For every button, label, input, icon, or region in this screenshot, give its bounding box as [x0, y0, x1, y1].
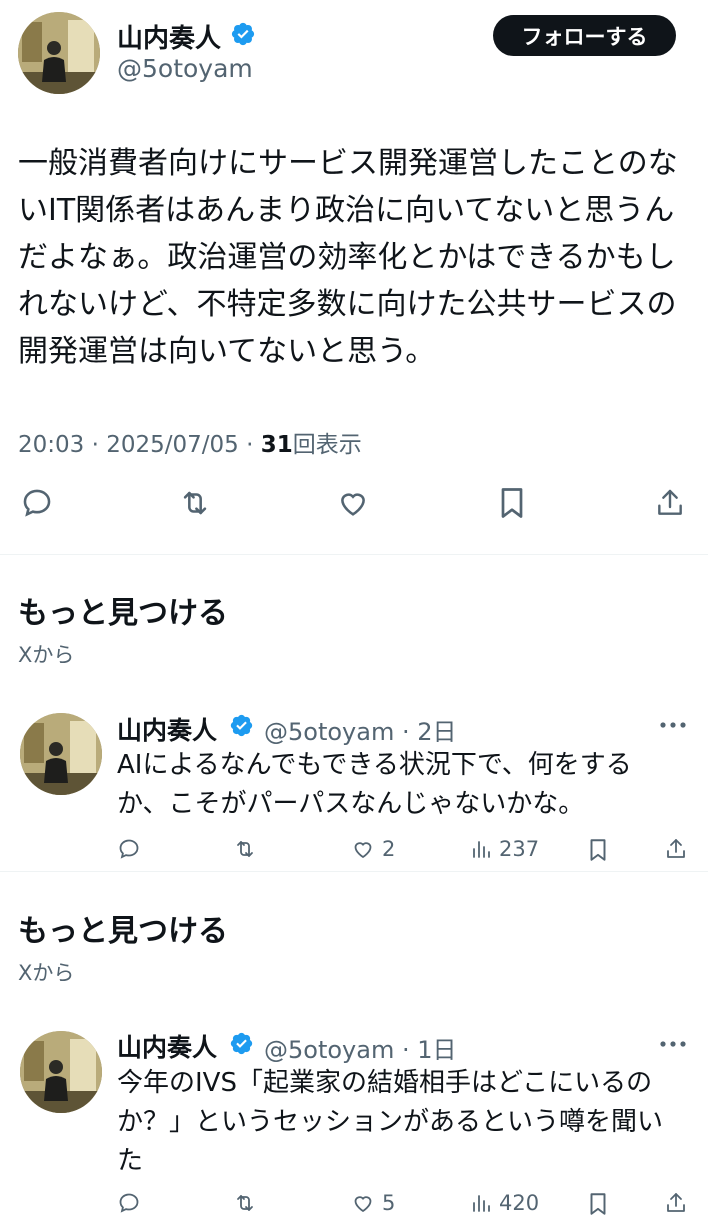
like-icon	[354, 1196, 372, 1213]
divider	[0, 871, 708, 872]
author-avatar[interactable]	[18, 12, 100, 94]
section-subtitle: Xから	[18, 643, 75, 667]
tweet-body: AIによるなんでもできる状況下で、何をする か、こそがパーパスなんじゃないかな。	[117, 746, 697, 824]
retweet-button[interactable]	[232, 1191, 258, 1215]
like-count: 2	[382, 837, 396, 861]
tweet-line: た	[117, 1146, 144, 1176]
verified-badge-icon	[229, 1031, 254, 1060]
like-button[interactable]: 5	[350, 1191, 395, 1215]
more-options-icon[interactable]	[656, 714, 690, 736]
views-button[interactable]: 237	[469, 837, 539, 861]
author-name[interactable]: 山内奏人	[117, 711, 217, 747]
retweet-icon	[237, 1195, 253, 1211]
bookmark-button[interactable]	[587, 837, 609, 863]
tweet-line: 一般消費者向けにサービス開発運営したことのな	[18, 146, 678, 181]
analytics-icon	[473, 1195, 490, 1212]
divider	[0, 554, 708, 555]
tweet-line: か、こそがパーパスなんじゃないかな。	[117, 789, 585, 819]
like-icon[interactable]	[333, 484, 373, 522]
verified-badge-icon	[230, 21, 256, 51]
reply-button[interactable]	[117, 1191, 141, 1215]
reply-icon	[119, 839, 139, 859]
share-icon	[667, 839, 685, 858]
tweet-body: 今年のIVS「起業家の結婚相手はどこにいるの か？」というセッションがあるという…	[117, 1064, 697, 1181]
handle-time[interactable]: @5otoyam · 2日	[264, 712, 457, 747]
tweet-timestamp[interactable]: 20:03 · 2025/07/05 ·	[18, 432, 261, 458]
analytics-icon	[473, 841, 490, 858]
view-count: 31	[260, 432, 293, 458]
tweet-line: だよなぁ。政治運営の効率化とかはできるかもし	[18, 240, 676, 275]
follow-button[interactable]: フォローする	[493, 15, 676, 56]
views-button[interactable]: 420	[469, 1191, 539, 1215]
retweet-icon	[237, 841, 253, 857]
view-count: 237	[499, 837, 540, 861]
author-avatar[interactable]	[20, 1031, 102, 1113]
bookmark-icon[interactable]	[494, 484, 530, 522]
handle-time[interactable]: @5otoyam · 1日	[264, 1030, 457, 1065]
more-options-icon[interactable]	[656, 1033, 690, 1055]
view-count: 420	[499, 1191, 540, 1215]
tweet-line: れないけど、不特定多数に向けた公共サービスの	[18, 287, 677, 322]
author-name[interactable]: 山内奏人	[117, 1028, 217, 1064]
retweet-button[interactable]	[232, 837, 258, 861]
tweet-body: 一般消費者向けにサービス開発運営したことのな いIT関係者はあんまり政治に向いて…	[18, 140, 698, 375]
share-button[interactable]	[664, 1190, 688, 1216]
tweet-line: いIT関係者はあんまり政治に向いてないと思うん	[18, 193, 675, 228]
tweet-line: 今年のIVS「起業家の結婚相手はどこにいるの	[117, 1068, 653, 1098]
like-button[interactable]: 2	[350, 837, 395, 861]
verified-badge-icon	[229, 713, 254, 742]
reply-button[interactable]	[117, 837, 141, 861]
bookmark-icon	[590, 1193, 606, 1215]
share-icon[interactable]	[652, 484, 688, 522]
tweet-line: 開発運営は向いてないと思う。	[18, 334, 436, 369]
retweet-icon[interactable]	[175, 484, 215, 522]
reply-icon	[119, 1193, 139, 1213]
section-subtitle: Xから	[18, 961, 75, 985]
tweet-line: AIによるなんでもできる状況下で、何をする	[117, 750, 632, 780]
tweet-meta: 20:03 · 2025/07/05 · 31回表示	[18, 425, 362, 459]
reply-icon[interactable]	[18, 484, 56, 522]
bookmark-button[interactable]	[587, 1191, 609, 1217]
like-icon	[354, 842, 372, 859]
tweet-line: か？」というセッションがあるという噂を聞い	[117, 1107, 664, 1137]
share-icon	[667, 1193, 685, 1212]
like-count: 5	[382, 1191, 396, 1215]
section-title: もっと見つける	[18, 596, 228, 631]
author-avatar[interactable]	[20, 713, 102, 795]
share-button[interactable]	[664, 836, 688, 862]
view-label: 回表示	[292, 432, 362, 458]
author-name[interactable]: 山内奏人	[117, 18, 221, 55]
author-handle[interactable]: @5otoyam	[117, 54, 253, 83]
bookmark-icon	[590, 839, 606, 861]
section-title: もっと見つける	[18, 914, 228, 949]
